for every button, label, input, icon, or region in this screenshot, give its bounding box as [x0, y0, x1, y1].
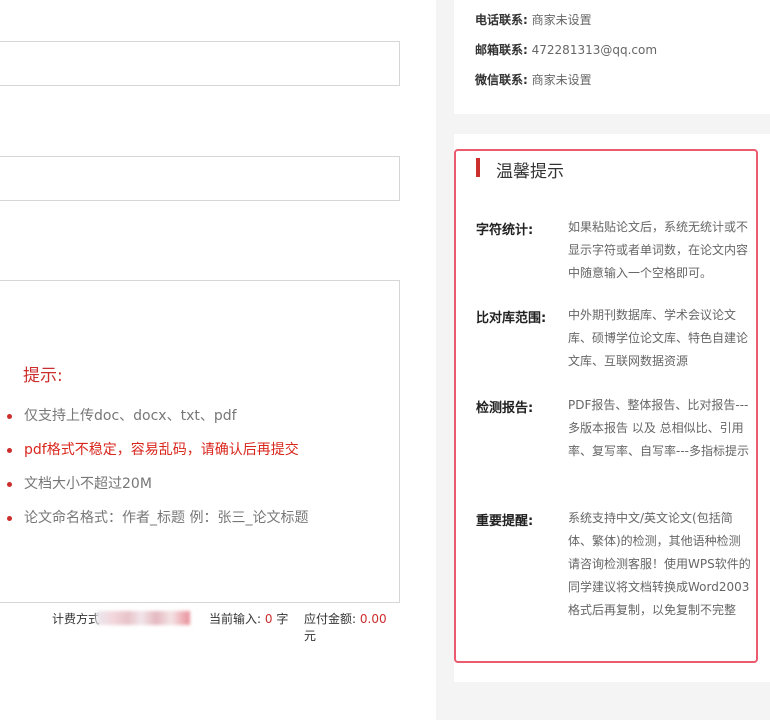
- notice-item-label: 检测报告:: [476, 401, 534, 416]
- submission-form: 提示: 仅支持上传doc、docx、txt、pdf pdf格式不稳定，容易乱码，…: [0, 0, 436, 720]
- current-input-count: 当前输入: 0 字: [209, 610, 288, 627]
- title-input[interactable]: [0, 41, 400, 86]
- list-item: 论文命名格式：作者_标题 例：张三_论文标题: [7, 507, 308, 541]
- bullet-icon: [7, 482, 12, 487]
- bullet-icon: [7, 414, 12, 419]
- contact-phone: 电话联系: 商家未设置: [475, 11, 592, 28]
- contact-email-value: 472281313@qq.com: [531, 43, 658, 57]
- billing-method-blurred: [96, 611, 190, 625]
- tip-text: 仅支持上传doc、docx、txt、pdf: [24, 408, 237, 424]
- tip-text: 论文命名格式：作者_标题 例：张三_论文标题: [24, 510, 309, 526]
- payable-amount-value: 0.00: [359, 612, 387, 626]
- notice-item-text: 如果粘贴论文后，系统无统计或不显示字符或者单词数，在论文内容中随意输入一个空格即…: [568, 220, 749, 280]
- current-input-value: 0: [264, 612, 273, 626]
- contact-card: 电话联系: 商家未设置 邮箱联系: 472281313@qq.com 微信联系:…: [454, 0, 770, 114]
- notice-card: 温馨提示 字符统计: 如果粘贴论文后，系统无统计或不显示字符或者单词数，在论文内…: [454, 134, 770, 682]
- notice-item-text: 系统支持中文/英文论文(包括简体、繁体)的检测，其他语种检测请咨询检测客服！使用…: [568, 511, 751, 617]
- contact-wechat: 微信联系: 商家未设置: [475, 71, 592, 88]
- upload-tip-list: 仅支持上传doc、docx、txt、pdf pdf格式不稳定，容易乱码，请确认后…: [7, 405, 308, 541]
- contact-wechat-label: 微信联系:: [475, 73, 528, 87]
- tip-text: 文档大小不超过20M: [24, 476, 152, 492]
- billing-method-label: 计费方式: [52, 612, 101, 626]
- list-item: pdf格式不稳定，容易乱码，请确认后再提交: [7, 439, 308, 473]
- sidebar: 电话联系: 商家未设置 邮箱联系: 472281313@qq.com 微信联系:…: [436, 0, 770, 720]
- payable-amount-unit: 元: [304, 629, 317, 643]
- notice-title-bar: [476, 158, 480, 177]
- current-input-label: 当前输入:: [209, 612, 262, 626]
- list-item: 文档大小不超过20M: [7, 473, 308, 507]
- tip-text: pdf格式不稳定，容易乱码，请确认后再提交: [24, 442, 299, 458]
- notice-item-label: 比对库范围:: [476, 311, 547, 326]
- notice-item-label: 重要提醒:: [476, 514, 534, 529]
- contact-email: 邮箱联系: 472281313@qq.com: [475, 41, 657, 58]
- author-input[interactable]: [0, 156, 400, 201]
- payable-amount-label: 应付金额:: [304, 612, 357, 626]
- contact-wechat-value: 商家未设置: [531, 73, 592, 87]
- payable-amount: 应付金额: 0.00 元: [304, 610, 402, 644]
- list-item: 仅支持上传doc、docx、txt、pdf: [7, 405, 308, 439]
- contact-email-label: 邮箱联系:: [475, 43, 528, 57]
- bullet-icon: [7, 448, 12, 453]
- notice-item-text: 中外期刊数据库、学术会议论文库、硕博学位论文库、特色自建论文库、互联网数据资源: [568, 308, 749, 368]
- upload-tip-title: 提示:: [23, 366, 63, 386]
- billing-row: 计费方式 当前输入: 0 字 应付金额: 0.00 元: [0, 610, 402, 643]
- contact-phone-label: 电话联系:: [475, 13, 528, 27]
- notice-title: 温馨提示: [496, 162, 564, 182]
- notice-item-label: 字符统计:: [476, 223, 534, 238]
- notice-item-text: PDF报告、整体报告、比对报告---多版本报告 以及 总相似比、引用率、复写率、…: [568, 398, 749, 458]
- upload-area[interactable]: 提示: 仅支持上传doc、docx、txt、pdf pdf格式不稳定，容易乱码，…: [0, 280, 400, 603]
- contact-phone-value: 商家未设置: [531, 13, 592, 27]
- bullet-icon: [7, 516, 12, 521]
- current-input-unit: 字: [276, 612, 289, 626]
- notice-box: 温馨提示 字符统计: 如果粘贴论文后，系统无统计或不显示字符或者单词数，在论文内…: [454, 149, 758, 663]
